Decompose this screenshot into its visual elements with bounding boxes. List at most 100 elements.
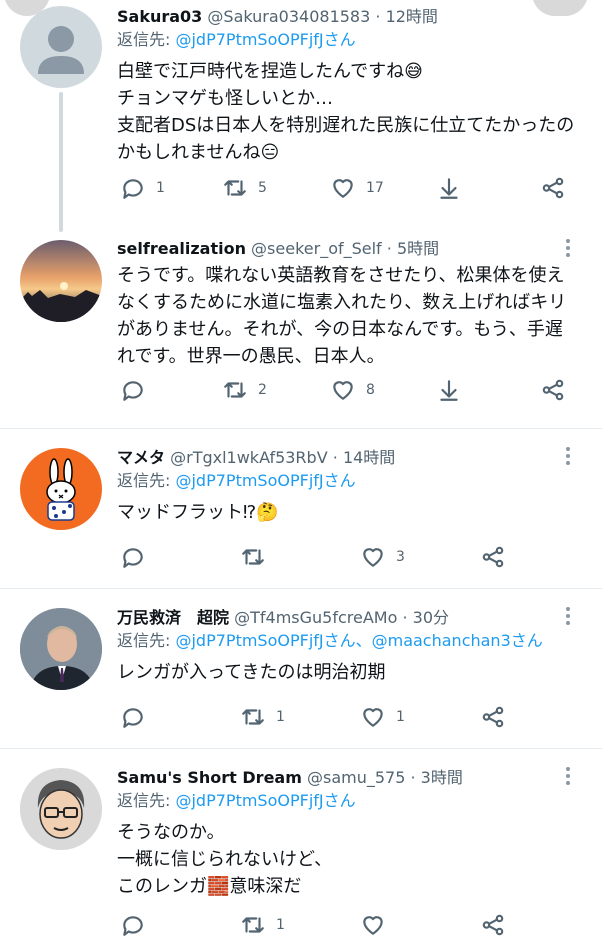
bookmark-button[interactable] — [436, 377, 462, 403]
more-options-icon[interactable] — [566, 764, 572, 788]
retweet-icon — [242, 917, 264, 933]
reply-to: 返信先: @jdP7PtmSoOPFjfJさん — [117, 791, 356, 810]
like-button[interactable] — [360, 912, 396, 938]
heart-icon — [363, 916, 383, 935]
divider — [0, 588, 602, 589]
retweet-button[interactable]: 2 — [222, 377, 267, 403]
display-name[interactable]: Samu's Short Dream — [117, 768, 302, 787]
reply-icon — [123, 179, 143, 199]
arrow-down-icon — [440, 380, 458, 401]
retweet-count: 1 — [276, 709, 285, 725]
reply-icon — [123, 548, 143, 568]
heart-icon — [333, 179, 353, 198]
reply-icon — [123, 708, 143, 728]
thread-line — [59, 92, 63, 232]
like-count: 8 — [366, 382, 375, 398]
share-button[interactable] — [540, 175, 566, 201]
tweet-text: マッドフラット⁉🤔 — [117, 502, 279, 523]
reply-mention-link[interactable]: @jdP7PtmSoOPFjfJさん — [175, 30, 355, 49]
avatar[interactable] — [20, 240, 102, 322]
like-button[interactable]: 3 — [360, 544, 405, 570]
retweet-icon — [224, 382, 246, 398]
timestamp[interactable]: 14時間 — [343, 448, 395, 467]
retweet-icon — [224, 180, 246, 196]
divider — [0, 748, 602, 749]
display-name[interactable]: マメタ — [117, 448, 165, 467]
like-button[interactable]: 8 — [330, 377, 375, 403]
retweet-button[interactable]: 1 — [240, 912, 285, 938]
reply-mention-link[interactable]: @jdP7PtmSoOPFjfJさん — [175, 791, 355, 810]
heart-icon — [333, 381, 353, 400]
heart-icon — [363, 708, 383, 727]
handle[interactable]: @samu_575 — [307, 768, 405, 787]
share-button[interactable] — [480, 544, 506, 570]
retweet-button[interactable]: 1 — [240, 704, 285, 730]
reply-to: 返信先: @jdP7PtmSoOPFjfJさん、@maachanchan3さん — [117, 631, 543, 650]
timestamp[interactable]: 12時間 — [386, 7, 438, 26]
reply-icon — [123, 916, 143, 936]
reply-icon — [123, 381, 143, 401]
bookmark-button[interactable] — [436, 175, 462, 201]
handle[interactable]: @rTgxl1wkAf53RbV — [170, 448, 328, 467]
more-options-icon[interactable] — [566, 444, 572, 468]
retweet-count: 5 — [258, 180, 267, 196]
separator: · — [332, 448, 338, 467]
cartoon-man-icon — [20, 768, 102, 850]
share-button[interactable] — [480, 704, 506, 730]
handle[interactable]: @seeker_of_Self — [251, 239, 382, 258]
more-options-icon[interactable] — [566, 604, 572, 628]
sunset-photo-icon — [20, 240, 102, 322]
handle[interactable]: @Tf4msGu5fcreAMo — [234, 608, 397, 627]
reply-button[interactable]: 1 — [120, 175, 165, 201]
share-button[interactable] — [540, 377, 566, 403]
like-count: 3 — [396, 549, 405, 565]
avatar[interactable] — [20, 6, 102, 88]
separator: · — [402, 608, 408, 627]
default-avatar-icon — [38, 26, 84, 74]
tweet-text: レンガが入ってきたのは明治初期 — [117, 662, 386, 683]
like-button[interactable]: 17 — [330, 175, 384, 201]
share-button[interactable] — [480, 912, 506, 938]
avatar[interactable] — [20, 448, 102, 530]
retweet-button[interactable]: 5 — [222, 175, 267, 201]
reply-button[interactable] — [120, 377, 156, 403]
share-icon — [542, 177, 564, 199]
avatar[interactable] — [20, 768, 102, 850]
share-icon — [542, 379, 564, 401]
timestamp[interactable]: 30分 — [413, 608, 449, 627]
display-name[interactable]: Sakura03 — [117, 7, 202, 26]
retweet-icon — [242, 709, 264, 725]
handle[interactable]: @Sakura034081583 — [207, 7, 370, 26]
timestamp[interactable]: 3時間 — [421, 768, 463, 787]
retweet-icon — [242, 549, 264, 565]
retweet-button[interactable] — [240, 544, 276, 570]
more-options-icon[interactable] — [566, 236, 572, 260]
rabbit-icon — [46, 458, 76, 521]
reply-count: 1 — [156, 180, 165, 196]
tweet-text: そうなのか。 一概に信じられないけど、 このレンガ🧱意味深だ — [117, 822, 333, 897]
reply-to: 返信先: @jdP7PtmSoOPFjfJさん — [117, 30, 356, 49]
reply-button[interactable] — [120, 544, 156, 570]
like-count: 17 — [366, 180, 384, 196]
display-name[interactable]: selfrealization — [117, 239, 246, 258]
tweet-text: 白壁で江戸時代を捏造したんですね😅 チョンマゲも怪しいとか… 支配者DSは日本人… — [117, 61, 575, 163]
tweet-text: そうです。喋れない英語教育をさせたり、松果体を使え なくするために水道に塩素入れ… — [117, 265, 567, 367]
separator: · — [386, 239, 392, 258]
reply-mention-link[interactable]: @jdP7PtmSoOPFjfJさん — [175, 471, 355, 490]
timestamp[interactable]: 5時間 — [397, 239, 439, 258]
display-name[interactable]: 万民救済 超院 — [117, 608, 229, 627]
separator: · — [410, 768, 416, 787]
reply-mention-link[interactable]: @jdP7PtmSoOPFjfJさん、@maachanchan3さん — [175, 631, 542, 650]
retweet-count: 1 — [276, 917, 285, 933]
retweet-count: 2 — [258, 382, 267, 398]
reply-button[interactable] — [120, 912, 156, 938]
separator: · — [375, 7, 381, 26]
share-icon — [482, 706, 504, 728]
like-count: 1 — [396, 709, 405, 725]
avatar[interactable] — [20, 608, 102, 690]
share-icon — [482, 914, 504, 936]
reply-to: 返信先: @jdP7PtmSoOPFjfJさん — [117, 471, 356, 490]
reply-button[interactable] — [120, 704, 156, 730]
heart-icon — [363, 548, 383, 567]
like-button[interactable]: 1 — [360, 704, 405, 730]
